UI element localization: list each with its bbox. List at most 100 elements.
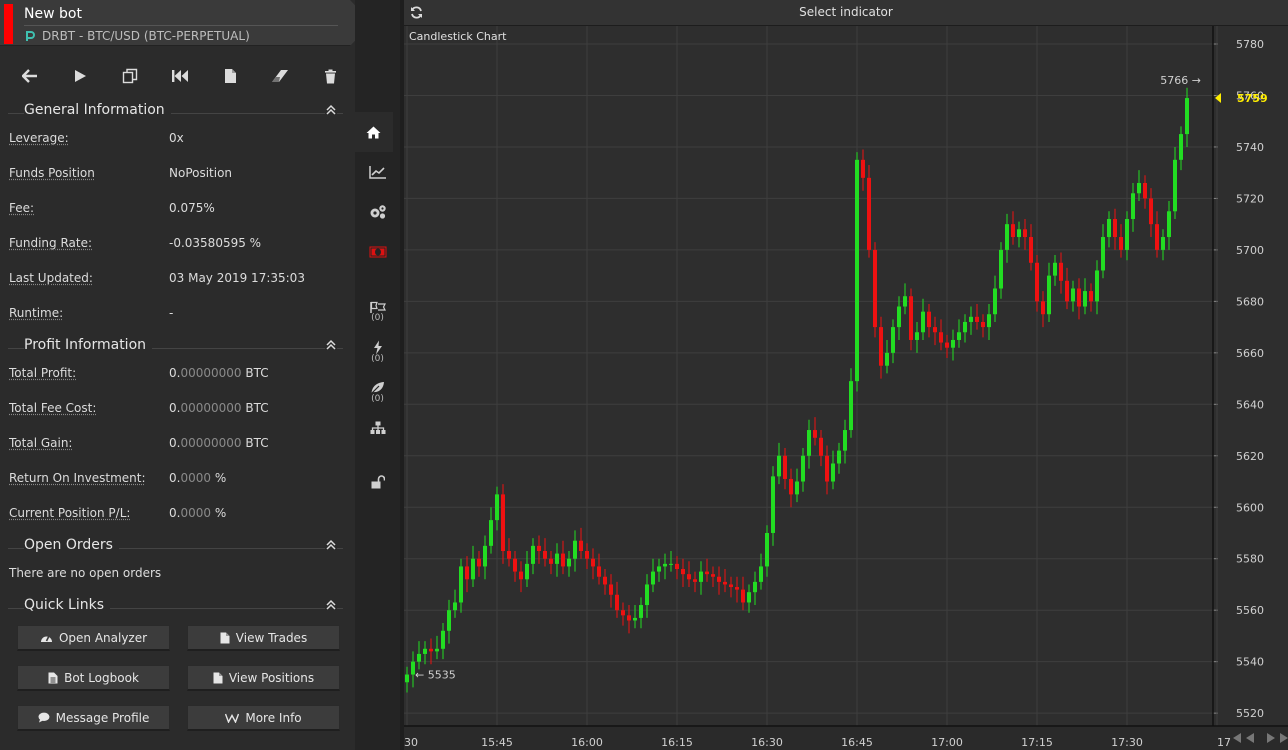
file-icon[interactable] (205, 62, 255, 90)
candle-body (861, 159, 865, 178)
select-indicator-dropdown[interactable]: Select indicator (404, 5, 1288, 19)
info-label: Total Profit: (9, 366, 77, 380)
annotation-label: 5766 → (1160, 74, 1201, 87)
candle-body (801, 455, 805, 482)
x-tick-label: 16:00 (571, 736, 603, 749)
flags-count: (0) (371, 313, 384, 323)
candle-body (909, 296, 913, 340)
candle-body (957, 332, 961, 340)
candle-body (819, 437, 823, 456)
y-tick-label: 5580 (1236, 553, 1264, 566)
candle-body (579, 540, 583, 551)
candle-body (603, 576, 607, 585)
candle-body (465, 566, 469, 580)
open-analyzer-button[interactable]: Open Analyzer (17, 625, 170, 651)
candle-body (789, 478, 793, 495)
money-icon[interactable] (355, 232, 400, 272)
section-title: Profit Information (24, 337, 153, 353)
eraser-icon[interactable] (255, 62, 305, 90)
candle-body (447, 610, 451, 631)
value-unit: % (211, 471, 227, 485)
x-tick-label: 17:15 (1021, 736, 1053, 749)
back-arrow-icon[interactable] (5, 62, 55, 90)
message-profile-button[interactable]: Message Profile (17, 705, 170, 731)
side-icon-rail: (0) (0) (0) (353, 0, 400, 750)
y-tick-label: 5740 (1236, 141, 1264, 154)
profit-row-total-fee-cost: Total Fee Cost: 0.00000000 BTC (9, 401, 349, 417)
candle-body (519, 571, 523, 580)
sitemap-icon[interactable] (355, 408, 400, 448)
candle-body (1029, 237, 1033, 263)
candle-body (849, 381, 853, 431)
bot-logbook-button[interactable]: Bot Logbook (17, 665, 170, 691)
candle-body (753, 581, 757, 593)
copy-icon[interactable] (105, 62, 155, 90)
rewind-icon[interactable] (155, 62, 205, 90)
candle-body (1059, 262, 1063, 281)
bot-panel: New bot DRBT - BTC/USD (BTC-PERPETUAL) G… (0, 0, 355, 750)
flags-icon[interactable]: (0) (355, 292, 400, 332)
view-positions-button[interactable]: View Positions (187, 665, 340, 691)
last-price-label: 5759 (1237, 92, 1268, 105)
y-tick-label: 5660 (1236, 347, 1264, 360)
bot-name: New bot (24, 6, 82, 22)
info-value: 0.0000 % (169, 471, 226, 485)
dashboard-icon (40, 635, 52, 642)
info-label: Leverage: (9, 131, 69, 145)
candle-body (1173, 159, 1177, 212)
candle-body (855, 159, 859, 382)
candle-body (657, 566, 661, 572)
candle-body (651, 571, 655, 585)
y-tick-label: 5520 (1236, 707, 1264, 720)
candle-body (453, 602, 457, 611)
candle-body (747, 592, 751, 603)
play-icon[interactable] (55, 62, 105, 90)
trash-icon[interactable] (305, 62, 355, 90)
candle-body (1167, 211, 1171, 238)
button-label: More Info (245, 710, 302, 725)
value-integer: 0. (169, 366, 181, 380)
chevron-up-icon[interactable] (325, 104, 337, 116)
candle-body (585, 551, 589, 559)
candle-body (1065, 280, 1069, 302)
home-icon[interactable] (353, 112, 393, 152)
candle-body (627, 615, 631, 621)
view-trades-button[interactable]: View Trades (187, 625, 340, 651)
annotation-label: ← 5535 (415, 669, 456, 682)
line-chart-icon[interactable] (355, 152, 400, 192)
more-info-button[interactable]: More Info (187, 705, 340, 731)
candle-body (537, 545, 541, 551)
y-tick-label: 5700 (1236, 244, 1264, 257)
info-row-leverage: Leverage: 0x (9, 131, 349, 147)
candlestick-chart[interactable]: 5520 5540 5560 5580 5600 5620 5640 5660 5680 5700… (404, 26, 1288, 750)
candle-body (597, 566, 601, 577)
bot-header[interactable]: New bot DRBT - BTC/USD (BTC-PERPETUAL) (0, 0, 355, 46)
value-integer: 0. (169, 471, 181, 485)
chevron-up-icon[interactable] (325, 539, 337, 551)
unlock-icon[interactable] (355, 462, 400, 502)
candle-body (741, 589, 745, 603)
value-decimals: 00000000 (180, 366, 242, 380)
candle-body (441, 630, 445, 649)
chevron-up-icon[interactable] (325, 339, 337, 351)
candle-body (837, 450, 841, 464)
chart-toolbar: Select indicator (404, 0, 1288, 26)
gears-icon[interactable] (355, 192, 400, 232)
candle-body (987, 314, 991, 328)
candle-body (879, 327, 883, 366)
chart-background (404, 26, 1288, 750)
chevron-up-icon[interactable] (325, 599, 337, 611)
candle-body (459, 566, 463, 603)
candle-body (975, 316, 979, 322)
leaf-icon[interactable]: (0) (355, 372, 400, 412)
candle-body (639, 605, 643, 618)
lightning-icon[interactable]: (0) (355, 332, 400, 372)
candle-body (687, 574, 691, 580)
candle-body (993, 288, 997, 315)
profit-row-total-gain: Total Gain: 0.00000000 BTC (9, 436, 349, 452)
candle-body (681, 569, 685, 575)
candle-body (1155, 224, 1159, 250)
candle-body (1161, 237, 1165, 250)
candle-body (903, 296, 907, 307)
candle-body (1077, 288, 1081, 307)
